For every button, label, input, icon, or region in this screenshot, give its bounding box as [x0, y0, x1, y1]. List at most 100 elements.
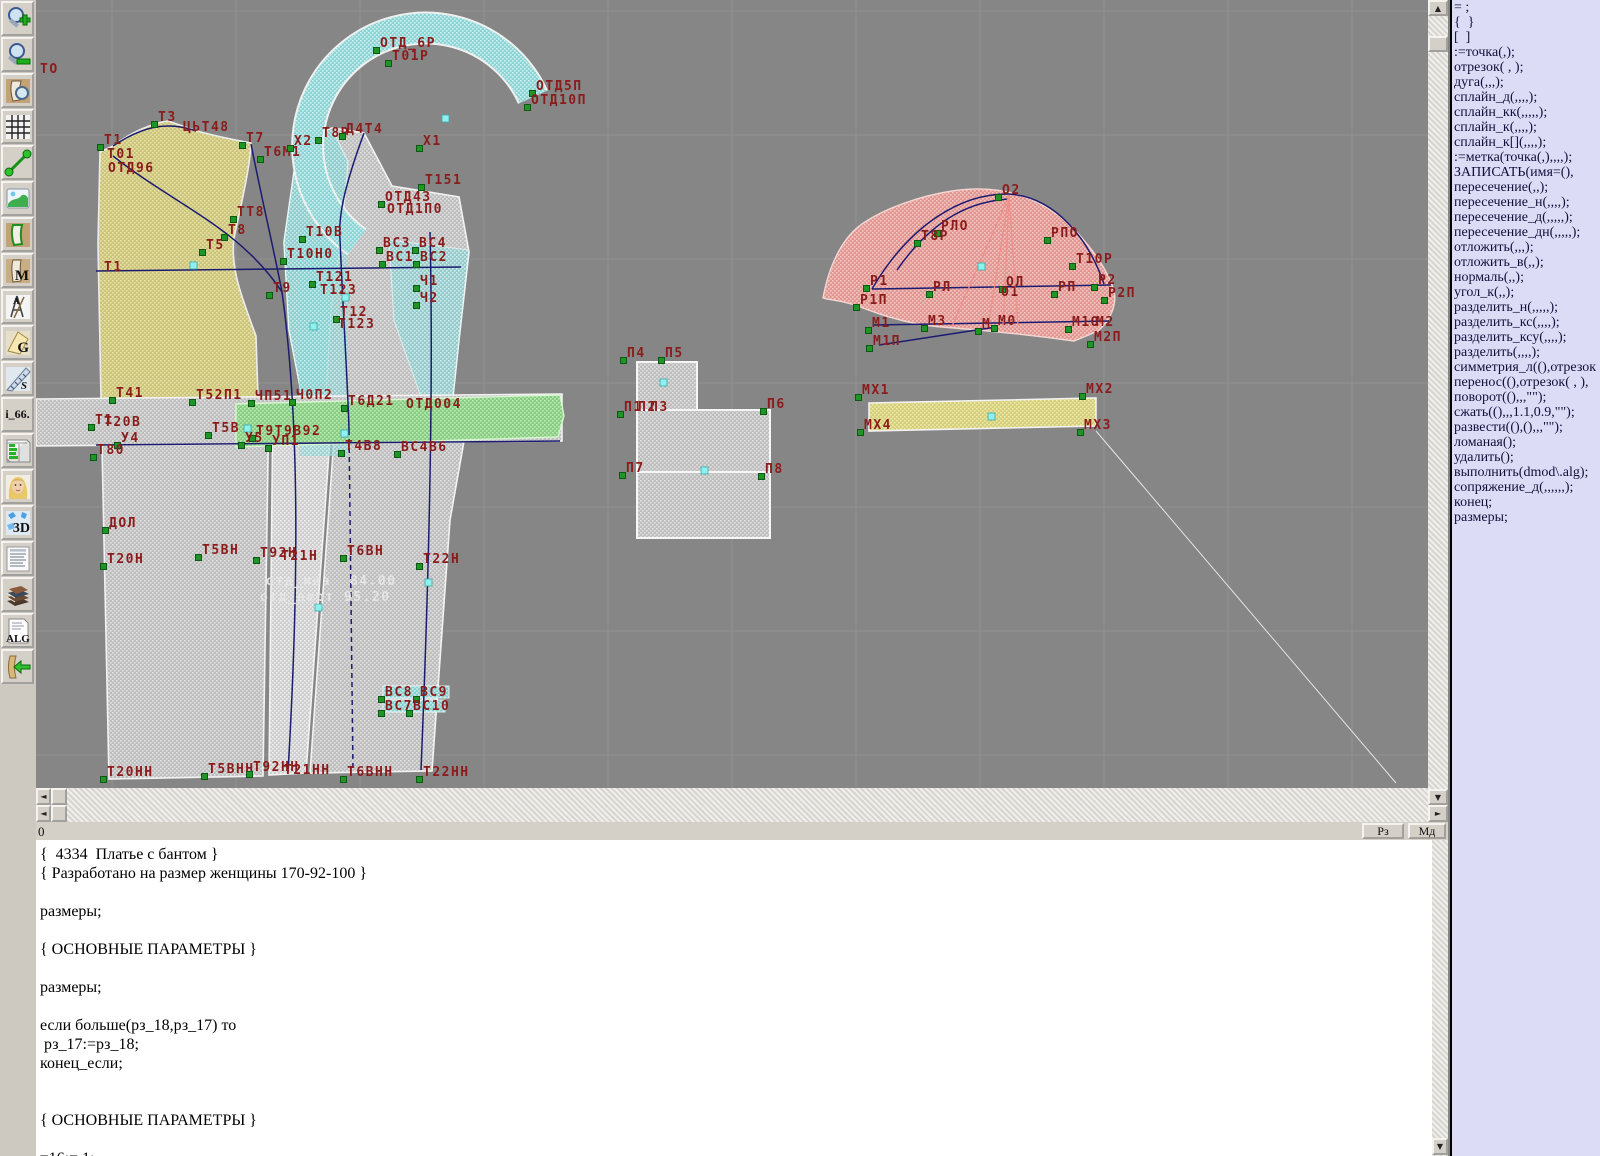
alg-button[interactable]: ALG — [1, 613, 34, 648]
command-item[interactable]: разделить_н(,,,,,); — [1452, 300, 1600, 315]
canvas-vscroll-thumb[interactable] — [1428, 36, 1448, 52]
point-label: ВС8 — [385, 687, 413, 699]
command-item[interactable]: сплайн_кк(,,,,,); — [1452, 105, 1600, 120]
threed-button[interactable]: 3D — [1, 505, 34, 540]
scroll-down-icon[interactable]: ▼ — [1428, 789, 1448, 805]
point-label: Т1 — [104, 262, 123, 274]
point-label: ВС10 — [413, 701, 450, 713]
code-horizontal-scrollbar[interactable]: ◄ — [36, 805, 1428, 822]
command-item[interactable]: ЗАПИСАТЬ(имя=(), — [1452, 165, 1600, 180]
command-item[interactable]: пересечение_д(,,,,,); — [1452, 210, 1600, 225]
command-item[interactable]: { } — [1452, 15, 1600, 30]
scroll-up-icon[interactable]: ▲ — [1428, 0, 1448, 16]
point-label: У5 — [245, 433, 264, 445]
command-item[interactable]: развести((),(),,,""); — [1452, 420, 1600, 435]
algorithm-editor[interactable]: { 4334 Платье с бантом }{ Разработано на… — [36, 840, 1432, 1156]
code-vertical-scrollbar[interactable]: ▼ — [1432, 840, 1448, 1156]
notes-button[interactable] — [1, 541, 34, 576]
point-label: П7 — [626, 463, 645, 475]
command-item[interactable]: дуга(,,,); — [1452, 75, 1600, 90]
point-label: М0 — [998, 316, 1017, 328]
command-item[interactable]: удалить(); — [1452, 450, 1600, 465]
command-item[interactable]: пересечение_дн(,,,,,); — [1452, 225, 1600, 240]
point-label: Т4В8 — [345, 441, 382, 453]
scroll-right-icon[interactable]: ► — [1428, 805, 1448, 822]
command-item[interactable]: симметрия_л((),отрезок — [1452, 360, 1600, 375]
command-item[interactable]: отложить(,,,); — [1452, 240, 1600, 255]
canvas-hscroll-thumb[interactable] — [51, 788, 67, 805]
command-item[interactable]: угол_к(,,); — [1452, 285, 1600, 300]
command-item[interactable]: :=метка(точка(,),,,,); — [1452, 150, 1600, 165]
command-item[interactable]: разделить(,,,,); — [1452, 345, 1600, 360]
command-item[interactable]: конец; — [1452, 495, 1600, 510]
point-label: Т5ВН — [202, 545, 239, 557]
code-hscroll-thumb[interactable] — [51, 805, 67, 822]
command-item[interactable]: размеры; — [1452, 510, 1600, 525]
command-item[interactable]: :=точка(,); — [1452, 45, 1600, 60]
ruler-button[interactable]: S — [1, 361, 34, 396]
scroll-left-icon[interactable]: ◄ — [36, 805, 51, 822]
drafting-tools-button[interactable]: A — [1, 289, 34, 324]
point-label: МХ1 — [862, 385, 890, 397]
point-label: РПО — [1051, 228, 1079, 240]
command-item[interactable]: пересечение_н(,,,,); — [1452, 195, 1600, 210]
point-label: Т5В — [212, 423, 240, 435]
grid-icon — [4, 113, 32, 141]
point-label: Т22Н — [423, 554, 460, 566]
command-item[interactable]: сжать((),,,1.1,0.9,""); — [1452, 405, 1600, 420]
command-item[interactable]: пересечение(,,); — [1452, 180, 1600, 195]
command-item[interactable]: разделить_кс(,,,,); — [1452, 315, 1600, 330]
code-line — [36, 1073, 1432, 1092]
code-line: { ОСНОВНЫЕ ПАРАМЕТРЫ } — [36, 940, 1432, 959]
command-item[interactable]: нормаль(,,); — [1452, 270, 1600, 285]
command-item[interactable]: сплайн_к[](,,,,); — [1452, 135, 1600, 150]
md-button[interactable]: Мд — [1408, 823, 1446, 839]
command-item[interactable]: сопряжение_д(,,,,,,); — [1452, 480, 1600, 495]
command-item[interactable]: отложить_в(,,); — [1452, 255, 1600, 270]
measure-line-button[interactable] — [1, 145, 34, 180]
point-label: Т6Д21 — [348, 396, 395, 408]
point-label: Т151 — [425, 175, 462, 187]
command-item[interactable]: ломаная(); — [1452, 435, 1600, 450]
zoom-in-button[interactable] — [1, 1, 34, 36]
code-line — [36, 1092, 1432, 1111]
rz-button[interactable]: Рз — [1362, 823, 1404, 839]
point-label: отд_низ 84.00 — [266, 576, 397, 588]
canvas-horizontal-scrollbar[interactable]: ◄ — [36, 788, 1428, 805]
command-item[interactable]: сплайн_к(,,,,); — [1452, 120, 1600, 135]
grid-button[interactable] — [1, 109, 34, 144]
point-label: Ч1 — [420, 276, 439, 288]
command-item[interactable]: отрезок( , ); — [1452, 60, 1600, 75]
point-label: Т3 — [158, 112, 177, 124]
exit-button[interactable] — [1, 649, 34, 684]
i66-button[interactable]: i_66. — [1, 397, 34, 432]
point-label: ОТД96 — [108, 163, 155, 175]
command-item[interactable]: разделить_ксу(,,,,); — [1452, 330, 1600, 345]
pattern-preview-button[interactable] — [1, 73, 34, 108]
pattern-frame-button[interactable] — [1, 217, 34, 252]
command-item[interactable]: выполнить(dmod\.alg); — [1452, 465, 1600, 480]
table-button[interactable] — [1, 433, 34, 468]
image-button[interactable] — [1, 181, 34, 216]
command-item[interactable]: поворот((),,,""); — [1452, 390, 1600, 405]
point-label: М2П — [1094, 332, 1122, 344]
pattern-g-button[interactable]: G — [1, 325, 34, 360]
canvas-vertical-scrollbar[interactable]: ▲ ▼ — [1428, 0, 1448, 805]
zoom-out-button[interactable] — [1, 37, 34, 72]
code-line: рз_17:=рз_18; — [36, 1035, 1432, 1054]
books-button[interactable] — [1, 577, 34, 612]
command-item[interactable]: сплайн_д(,,,,); — [1452, 90, 1600, 105]
code-line: { 4334 Платье с бантом } — [36, 845, 1432, 864]
drafting-tools-label: A — [13, 296, 20, 306]
scroll-down-icon[interactable]: ▼ — [1432, 1138, 1448, 1155]
drawing-canvas[interactable]: ТООТД_6РТ01РОТД5ПОТД10ПХ1Т151Т3ЦЬТ48Т1Т0… — [36, 0, 1428, 788]
point-label: ЦЬТ48 — [183, 122, 230, 134]
pattern-m-button[interactable]: M — [1, 253, 34, 288]
point-label: Т123 — [338, 319, 375, 331]
command-item[interactable]: перенос((),отрезок( , ), — [1452, 375, 1600, 390]
scroll-left-icon[interactable]: ◄ — [36, 788, 51, 805]
point-label: Т01Р — [392, 51, 429, 63]
command-item[interactable]: = ; — [1452, 0, 1600, 15]
command-item[interactable]: [ ] — [1452, 30, 1600, 45]
portrait-button[interactable] — [1, 469, 34, 504]
